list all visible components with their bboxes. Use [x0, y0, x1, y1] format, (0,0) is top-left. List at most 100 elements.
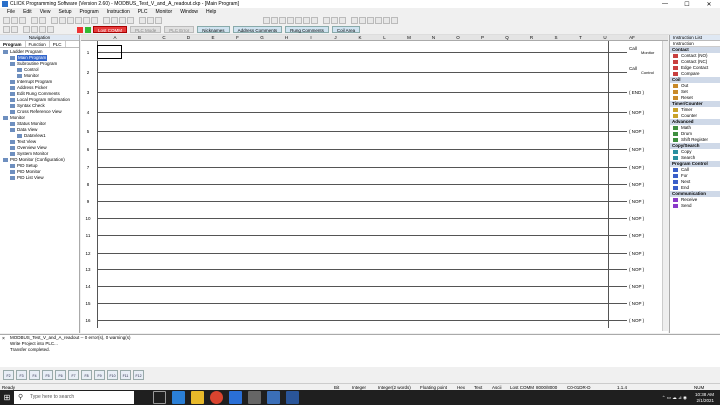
rung[interactable]: 7 ( NOP ) — [81, 159, 661, 175]
read-plc-icon[interactable] — [279, 17, 286, 24]
rung[interactable]: 9 ( NOP ) — [81, 193, 661, 209]
coil-instruction[interactable]: ( NOP ) — [629, 182, 644, 187]
zoom-in-icon[interactable] — [139, 17, 146, 24]
coil-area-toggle[interactable]: Coil Area — [331, 26, 361, 33]
run-icon[interactable] — [295, 17, 302, 24]
rung[interactable]: 1 Call Monitor — [81, 44, 661, 60]
paste-icon[interactable] — [67, 17, 74, 24]
redo-icon[interactable] — [91, 17, 98, 24]
menu-help[interactable]: Help — [202, 9, 220, 15]
rung[interactable]: 14 ( NOP ) — [81, 278, 661, 294]
word-icon[interactable] — [286, 391, 299, 404]
function-key-button[interactable]: F7 — [68, 370, 79, 380]
menu-edit[interactable]: Edit — [19, 9, 36, 15]
function-key-button[interactable]: F9 — [94, 370, 105, 380]
rung[interactable]: 6 ( NOP ) — [81, 141, 661, 157]
print-preview-icon[interactable] — [39, 17, 46, 24]
undo-icon[interactable] — [83, 17, 90, 24]
grid-icon[interactable] — [359, 17, 366, 24]
copy-icon[interactable] — [59, 17, 66, 24]
coil-instruction[interactable]: ( NOP ) — [629, 165, 644, 170]
find-icon[interactable] — [103, 17, 110, 24]
coil-instruction[interactable]: ( NOP ) — [629, 233, 644, 238]
stop-icon[interactable] — [303, 17, 310, 24]
calculator-icon[interactable] — [248, 391, 261, 404]
save-icon[interactable] — [19, 17, 26, 24]
coil-instruction[interactable]: ( NOP ) — [629, 251, 644, 256]
minimize-button[interactable]: — — [654, 1, 676, 8]
write-plc-icon[interactable] — [287, 17, 294, 24]
menu-plc[interactable]: PLC — [134, 9, 152, 15]
tree-item[interactable]: PID List View — [0, 175, 79, 181]
status-view-icon[interactable] — [331, 17, 338, 24]
coil-instruction[interactable]: ( NOP ) — [629, 284, 644, 289]
maximize-button[interactable]: ☐ — [676, 1, 698, 8]
click-software-icon[interactable] — [267, 391, 280, 404]
coil-instruction[interactable]: ( NOP ) — [629, 147, 644, 152]
menu-setup[interactable]: Setup — [54, 9, 75, 15]
bookmark-icon[interactable] — [127, 17, 134, 24]
coil-instruction[interactable]: ( NOP ) — [629, 129, 644, 134]
monitor-mode-icon[interactable] — [11, 26, 18, 33]
rung-comments-toggle[interactable]: Rung Comments — [285, 26, 329, 33]
address-comments-toggle[interactable]: Address Comments — [232, 26, 283, 33]
menu-program[interactable]: Program — [76, 9, 103, 15]
rung[interactable]: 4 ( NOP ) — [81, 104, 661, 120]
help-icon[interactable] — [391, 17, 398, 24]
rung[interactable]: 10 ( NOP ) — [81, 210, 661, 226]
tab-function[interactable]: Function — [26, 41, 50, 47]
chart-icon[interactable] — [351, 17, 358, 24]
ladder-editor[interactable]: A B C D E F G H I J K L M N O P Q R S T U AF 1 Call Monitor 2 Cal… — [81, 35, 668, 333]
rung[interactable]: 3 ( END ) — [81, 84, 661, 100]
new-file-icon[interactable] — [3, 17, 10, 24]
comment-icon[interactable] — [39, 26, 46, 33]
open-folder-icon[interactable] — [11, 17, 18, 24]
disconnect-icon[interactable] — [271, 17, 278, 24]
zoom-fit-icon[interactable] — [155, 17, 162, 24]
function-key-button[interactable]: F3 — [16, 370, 27, 380]
coil-instruction[interactable]: ( NOP ) — [629, 199, 644, 204]
coil-instruction[interactable]: ( END ) — [629, 90, 644, 95]
edit-mode-icon[interactable] — [3, 26, 10, 33]
instruction-list-icon[interactable] — [23, 26, 30, 33]
print-icon[interactable] — [31, 17, 38, 24]
function-key-button[interactable]: F11 — [120, 370, 131, 380]
comm-icon[interactable] — [367, 17, 374, 24]
file-explorer-icon[interactable] — [191, 391, 204, 404]
zoom-out-icon[interactable] — [147, 17, 154, 24]
coil-instruction[interactable]: ( NOP ) — [629, 216, 644, 221]
function-key-button[interactable]: F4 — [29, 370, 40, 380]
coil-instruction[interactable]: Call — [629, 66, 637, 71]
delete-icon[interactable] — [75, 17, 82, 24]
replace-icon[interactable] — [111, 17, 118, 24]
rung[interactable]: 13 ( NOP ) — [81, 261, 661, 277]
data-view-icon[interactable] — [323, 17, 330, 24]
output-close-icon[interactable]: × — [2, 336, 5, 342]
tray-icons[interactable]: ⌃ ▭ ☁ ⊿ ◉ — [662, 395, 687, 401]
windows-start-icon[interactable]: ⊞ — [0, 390, 14, 405]
edge-icon[interactable] — [172, 391, 185, 404]
rung[interactable]: 2 Call Control — [81, 64, 661, 80]
rung[interactable]: 16 ( NOP ) — [81, 312, 661, 328]
task-view-icon[interactable] — [153, 391, 166, 404]
coil-instruction[interactable]: ( NOP ) — [629, 318, 644, 323]
clock[interactable]: 10:38 AM 2/1/2021 — [695, 392, 714, 403]
menu-monitor[interactable]: Monitor — [152, 9, 177, 15]
coil-instruction[interactable]: Call — [629, 46, 637, 51]
function-key-button[interactable]: F6 — [55, 370, 66, 380]
monitor-icon[interactable] — [311, 17, 318, 24]
nicknames-toggle[interactable]: Nicknames — [197, 26, 230, 33]
tab-program[interactable]: Program — [0, 41, 26, 47]
menu-instruction[interactable]: Instruction — [103, 9, 134, 15]
function-key-button[interactable]: F10 — [107, 370, 118, 380]
mail-icon[interactable] — [229, 391, 242, 404]
coil-instruction[interactable]: ( NOP ) — [629, 267, 644, 272]
function-key-button[interactable]: F2 — [3, 370, 14, 380]
rung[interactable]: 8 ( NOP ) — [81, 176, 661, 192]
rung-insert-icon[interactable] — [47, 26, 54, 33]
marker-icon[interactable] — [119, 17, 126, 24]
instruction-item[interactable]: Send — [670, 203, 720, 209]
menu-window[interactable]: Window — [176, 9, 202, 15]
coil-instruction[interactable]: ( NOP ) — [629, 110, 644, 115]
menu-view[interactable]: View — [36, 9, 55, 15]
